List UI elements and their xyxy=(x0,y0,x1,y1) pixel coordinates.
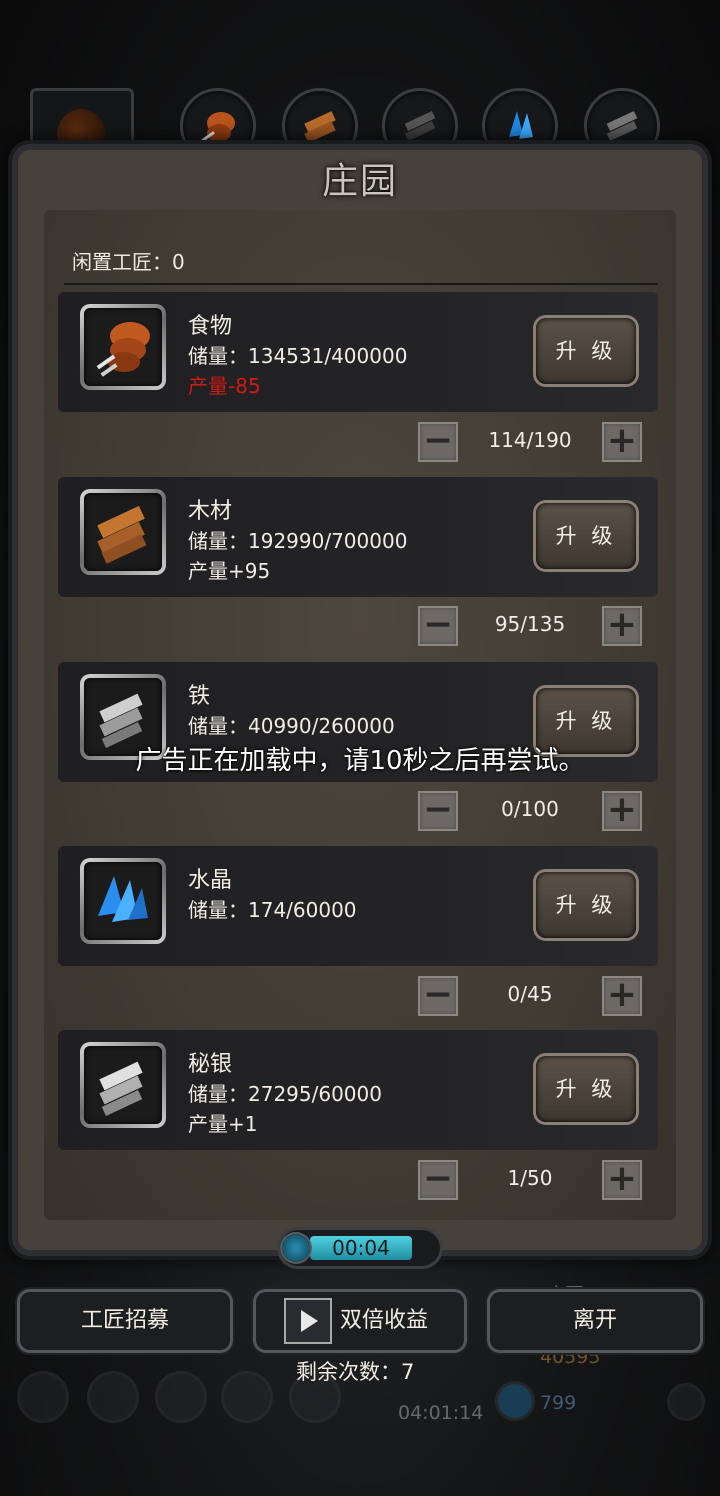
resource-storage: 储量：40990/260000 xyxy=(188,714,395,738)
add-icon xyxy=(670,1386,702,1418)
resource-name: 秘银 xyxy=(188,1052,233,1077)
iron-icon xyxy=(404,111,436,141)
upgrade-button-crystal[interactable]: 升 级 xyxy=(536,872,636,938)
crystal-icon xyxy=(509,111,533,139)
worker-count: 95/135 xyxy=(494,612,566,636)
hero-icon xyxy=(90,1374,136,1420)
worker-count: 0/100 xyxy=(501,797,559,821)
meat-icon xyxy=(96,322,150,377)
upgrade-button-wood[interactable]: 升 级 xyxy=(536,503,636,569)
decrease-button[interactable]: − xyxy=(418,791,458,831)
idle-workers: 闲置工匠：0 xyxy=(72,250,185,274)
worker-stepper-crystal: − 0/45 + xyxy=(418,976,642,1016)
resource-name: 木材 xyxy=(188,499,233,524)
gem-text: 799 xyxy=(540,1392,577,1414)
clock-icon xyxy=(282,1234,310,1262)
mithril-icon xyxy=(606,111,638,141)
resource-name: 食物 xyxy=(188,314,233,339)
decrease-button[interactable]: − xyxy=(418,606,458,646)
worker-stepper-iron: − 0/100 + xyxy=(418,791,642,831)
timer-text: 00:04 xyxy=(332,1236,390,1260)
panel-title: 庄园 xyxy=(321,161,398,202)
wood-icon xyxy=(304,111,336,143)
resource-icon-frame xyxy=(80,858,166,944)
increase-button[interactable]: + xyxy=(602,422,642,462)
resource-production: 产量+95 xyxy=(188,559,271,583)
resource-card-food: 食物 储量：134531/400000 产量-85 升 级 xyxy=(58,292,658,412)
resource-production: 产量-85 xyxy=(188,374,261,398)
divider xyxy=(64,283,658,285)
worker-stepper-food: − 114/190 + xyxy=(418,422,642,462)
recruit-button[interactable]: 工匠招募 xyxy=(20,1292,230,1350)
decrease-button[interactable]: − xyxy=(418,976,458,1016)
resource-storage: 储量：192990/700000 xyxy=(188,529,408,553)
worker-count: 0/45 xyxy=(507,982,553,1006)
resource-card-crystal: 水晶 储量：174/60000 升 级 xyxy=(58,846,658,966)
increase-button[interactable]: + xyxy=(602,1160,642,1200)
double-income-button[interactable]: 双倍收益 xyxy=(256,1292,464,1350)
remaining-count: 剩余次数：7 xyxy=(296,1360,415,1384)
resource-production: 产量+1 xyxy=(188,1112,258,1136)
decrease-button[interactable]: − xyxy=(418,422,458,462)
increase-button[interactable]: + xyxy=(602,606,642,646)
worker-count: 1/50 xyxy=(507,1166,553,1190)
increase-button[interactable]: + xyxy=(602,791,642,831)
resource-icon-frame xyxy=(80,489,166,575)
leave-button[interactable]: 离开 xyxy=(490,1292,700,1350)
resource-icon-frame xyxy=(80,1042,166,1128)
upgrade-button-food[interactable]: 升 级 xyxy=(536,318,636,384)
increase-button[interactable]: + xyxy=(602,976,642,1016)
gem-icon xyxy=(498,1384,532,1418)
resource-name: 水晶 xyxy=(188,868,233,893)
wood-icon xyxy=(97,505,147,564)
timer-bar: 00:04 xyxy=(280,1230,440,1266)
mithril-icon xyxy=(99,1061,143,1116)
worker-stepper-mithril: − 1/50 + xyxy=(418,1160,642,1200)
resource-card-wood: 木材 储量：192990/700000 产量+95 升 级 xyxy=(58,477,658,597)
meat-icon xyxy=(201,112,235,142)
resource-name: 铁 xyxy=(188,684,211,709)
crystal-icon xyxy=(98,876,148,922)
upgrade-button-mithril[interactable]: 升 级 xyxy=(536,1056,636,1122)
decrease-button[interactable]: − xyxy=(418,1160,458,1200)
ad-loading-toast: 广告正在加载中，请10秒之后再尝试。 xyxy=(135,746,585,776)
resource-storage: 储量：174/60000 xyxy=(188,898,357,922)
double-income-label: 双倍收益 xyxy=(340,1308,429,1333)
play-icon xyxy=(286,1300,330,1342)
book-icon xyxy=(158,1374,204,1420)
resource-tabs xyxy=(0,80,720,186)
resource-storage: 储量：134531/400000 xyxy=(188,344,408,368)
mail-icon xyxy=(224,1374,270,1420)
resource-icon-frame xyxy=(80,304,166,390)
resource-storage: 储量：27295/60000 xyxy=(188,1082,382,1106)
resource-card-mithril: 秘银 储量：27295/60000 产量+1 升 级 xyxy=(58,1030,658,1150)
worker-count: 114/190 xyxy=(488,428,572,452)
settings-icon xyxy=(20,1374,66,1420)
worker-stepper-wood: − 95/135 + xyxy=(418,606,642,646)
clock-text: 04:01:14 xyxy=(398,1402,484,1424)
